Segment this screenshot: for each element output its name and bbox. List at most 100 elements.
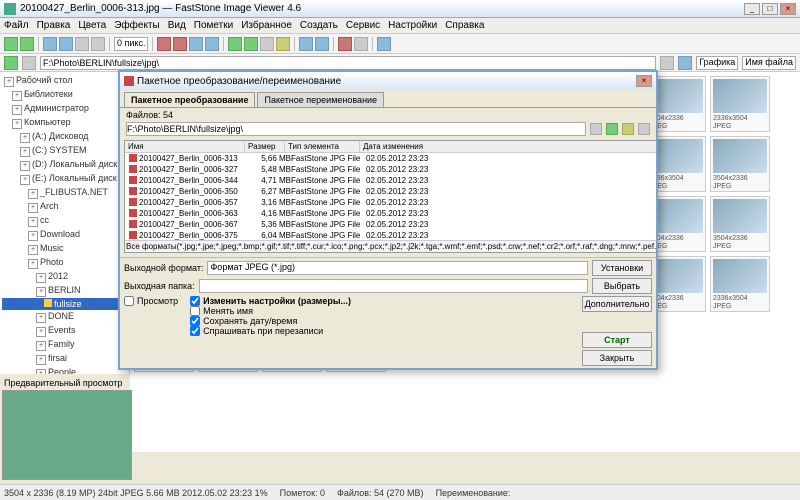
file-row[interactable]: 20100427_Berlin_0006-3675,36 MBFastStone…	[125, 219, 656, 230]
menu-Цвета[interactable]: Цвета	[78, 20, 106, 31]
details-icon[interactable]	[638, 123, 650, 135]
file-row[interactable]: 20100427_Berlin_0006-3573,16 MBFastStone…	[125, 197, 656, 208]
file-filter[interactable]: Все форматы(*.jpg;*.jpe;*.jpeg;*.bmp;*.g…	[125, 240, 656, 252]
maximize-button[interactable]: □	[762, 3, 778, 15]
delete-icon[interactable]	[338, 37, 352, 51]
tab-convert[interactable]: Пакетное преобразование	[124, 92, 255, 107]
back-icon[interactable]	[4, 37, 18, 51]
compare-icon[interactable]	[59, 37, 73, 51]
tree-node[interactable]: Photo	[2, 256, 127, 270]
resize-checkbox[interactable]	[190, 296, 200, 306]
dialog-path-input[interactable]	[126, 122, 586, 136]
file-row[interactable]: 20100427_Berlin_0006-3444,71 MBFastStone…	[125, 175, 656, 186]
tree-node[interactable]: Компьютер	[2, 116, 127, 130]
tree-node[interactable]: (A:) Дисковод	[2, 130, 127, 144]
settings-icon[interactable]	[354, 37, 368, 51]
view-icon[interactable]	[75, 37, 89, 51]
file-row[interactable]: 20100427_Berlin_0006-3506,27 MBFastStone…	[125, 186, 656, 197]
tree-node[interactable]: Рабочий стол	[2, 74, 127, 88]
tree-node[interactable]: Events	[2, 324, 127, 338]
tree-node[interactable]: 2012	[2, 270, 127, 284]
thumbnail[interactable]: 2336x3504 JPEG20100428_Berlin_000...	[710, 256, 770, 312]
col-name[interactable]: Имя	[125, 141, 245, 152]
tree-node[interactable]: Family	[2, 338, 127, 352]
col-date[interactable]: Дата изменения	[360, 141, 656, 152]
menu-Создать[interactable]: Создать	[300, 20, 338, 31]
thumbnail[interactable]: 2336x3504 JPEG20100427_Berlin_000...	[710, 76, 770, 132]
go-icon[interactable]	[660, 56, 674, 70]
tree-node[interactable]: DONE	[2, 310, 127, 324]
file-row[interactable]: 20100427_Berlin_0006-3135,66 MBFastStone…	[125, 153, 656, 164]
thumbnail[interactable]: 3504x2336 JPEG20100428_Berlin_000...	[710, 136, 770, 192]
tag-icon[interactable]	[299, 37, 313, 51]
tree-node[interactable]: (C:) SYSTEM	[2, 144, 127, 158]
file-row[interactable]: 20100427_Berlin_0006-3275,48 MBFastStone…	[125, 164, 656, 175]
menu-Эффекты[interactable]: Эффекты	[114, 20, 159, 31]
menu-Файл[interactable]: Файл	[4, 20, 29, 31]
preview-checkbox[interactable]	[124, 296, 134, 306]
tree-node[interactable]: fullsize	[2, 298, 127, 310]
menu-Избранное[interactable]: Избранное	[241, 20, 292, 31]
source-file-list[interactable]: Имя Размер Тип элемента Дата изменения 2…	[124, 140, 656, 253]
move-icon[interactable]	[173, 37, 187, 51]
start-button[interactable]: Старт	[582, 332, 652, 348]
file-row[interactable]: 20100427_Berlin_0006-3756,04 MBFastStone…	[125, 230, 656, 240]
browse-folder-button[interactable]: Выбрать	[592, 278, 652, 294]
tree-node[interactable]: (E:) Локальный диск	[2, 172, 127, 186]
rename-checkbox[interactable]	[190, 306, 200, 316]
mail-icon[interactable]	[189, 37, 203, 51]
tree-node[interactable]: (D:) Локальный диск	[2, 158, 127, 172]
help-icon[interactable]	[377, 37, 391, 51]
output-format-select[interactable]: Формат JPEG (*.jpg)	[207, 261, 588, 275]
output-folder-input[interactable]	[199, 279, 588, 293]
browse-icon[interactable]	[590, 123, 602, 135]
print-icon[interactable]	[205, 37, 219, 51]
copy-icon[interactable]	[157, 37, 171, 51]
col-size[interactable]: Размер	[245, 141, 285, 152]
format-settings-button[interactable]: Установки	[592, 260, 652, 276]
close-button[interactable]: ×	[780, 3, 796, 15]
col-type[interactable]: Тип элемента	[285, 141, 360, 152]
sort-filename[interactable]: Имя файла	[742, 56, 796, 70]
tree-node[interactable]: Arch	[2, 200, 127, 214]
menu-Вид[interactable]: Вид	[168, 20, 186, 31]
menu-Пометки[interactable]: Пометки	[194, 20, 233, 31]
advanced-button[interactable]: Дополнительно	[582, 296, 652, 312]
tree-node[interactable]: Администратор	[2, 102, 127, 116]
menu-Настройки[interactable]: Настройки	[388, 20, 437, 31]
forward-icon[interactable]	[20, 37, 34, 51]
slideshow-icon[interactable]	[43, 37, 57, 51]
preview-image[interactable]	[2, 390, 132, 480]
thumbnail[interactable]: 3504x2336 JPEG20100428_Berlin_000...	[710, 196, 770, 252]
tree-toggle-icon[interactable]	[606, 123, 618, 135]
thumbnail-icon[interactable]	[91, 37, 105, 51]
tree-node[interactable]: cc	[2, 214, 127, 228]
rotate-right-icon[interactable]	[244, 37, 258, 51]
list-icon[interactable]	[622, 123, 634, 135]
tree-node[interactable]: Download	[2, 228, 127, 242]
tree-node[interactable]: Music	[2, 242, 127, 256]
ask-overwrite-checkbox[interactable]	[190, 326, 200, 336]
keepdate-checkbox[interactable]	[190, 316, 200, 326]
filter-graphics[interactable]: Графика	[696, 56, 738, 70]
refresh-icon[interactable]	[678, 56, 692, 70]
tree-node[interactable]: BERLIN	[2, 284, 127, 298]
menu-Справка[interactable]: Справка	[445, 20, 484, 31]
crop-icon[interactable]	[260, 37, 274, 51]
zoom-display[interactable]: 0 пикс.	[114, 37, 148, 51]
path-input[interactable]	[40, 56, 656, 70]
tab-rename[interactable]: Пакетное переименование	[257, 92, 384, 107]
tree-node[interactable]: _FLIBUSTA.NET	[2, 186, 127, 200]
dialog-close-button-bottom[interactable]: Закрыть	[582, 350, 652, 366]
tree-node[interactable]: Библиотеки	[2, 88, 127, 102]
home-icon[interactable]	[4, 56, 18, 70]
up-icon[interactable]	[22, 56, 36, 70]
dialog-close-button[interactable]: ×	[636, 75, 652, 87]
rotate-left-icon[interactable]	[228, 37, 242, 51]
file-row[interactable]: 20100427_Berlin_0006-3634,16 MBFastStone…	[125, 208, 656, 219]
resize-icon[interactable]	[276, 37, 290, 51]
flag-icon[interactable]	[315, 37, 329, 51]
menu-Сервис[interactable]: Сервис	[346, 20, 380, 31]
menu-Правка[interactable]: Правка	[37, 20, 71, 31]
tree-node[interactable]: firsai	[2, 352, 127, 366]
